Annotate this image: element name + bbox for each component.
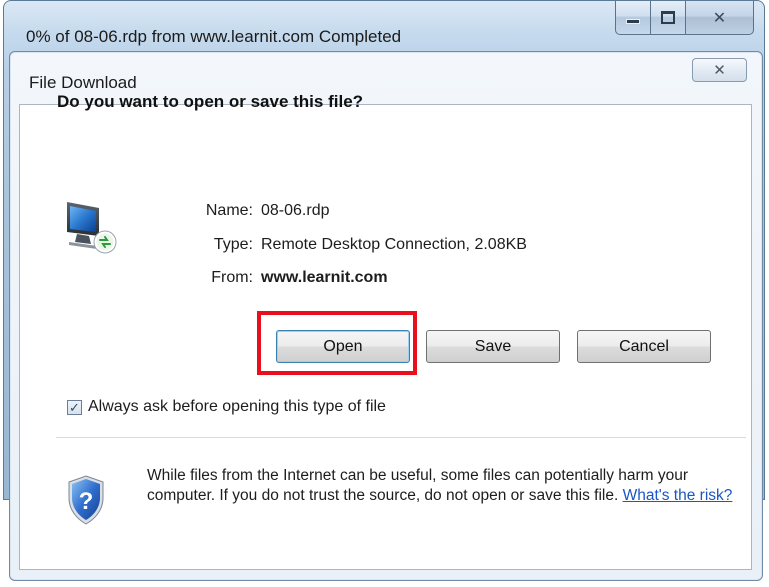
always-ask-checkbox[interactable]: ✓ xyxy=(67,399,82,415)
file-source-value: www.learnit.com xyxy=(261,269,388,286)
checkmark-icon: ✓ xyxy=(69,399,80,415)
always-ask-label: Always ask before opening this type of f… xyxy=(88,398,386,415)
window-close-button[interactable]: ✕ xyxy=(686,1,754,35)
info-name-row: Name: 08-06.rdp xyxy=(183,202,330,220)
open-button-highlight xyxy=(257,311,417,375)
window-title: 0% of 08-06.rdp from www.learnit.com Com… xyxy=(26,27,402,46)
save-button[interactable]: Save xyxy=(426,330,560,363)
dialog-title: File Download xyxy=(29,73,137,92)
info-from-row: From: www.learnit.com xyxy=(183,269,388,287)
file-name-value: 08-06.rdp xyxy=(261,202,330,219)
minimize-icon xyxy=(626,19,640,24)
type-label: Type: xyxy=(213,236,253,253)
close-icon: ✕ xyxy=(712,9,727,27)
close-icon: ✕ xyxy=(713,62,726,79)
warning-text: While files from the Internet can be use… xyxy=(147,467,689,504)
security-warning: While files from the Internet can be use… xyxy=(147,466,737,506)
maximize-icon xyxy=(661,11,675,24)
screenshot-stage: 0% of 08-06.rdp from www.learnit.com Com… xyxy=(0,0,769,587)
dialog-question: Do you want to open or save this file? xyxy=(57,92,364,111)
svg-text:?: ? xyxy=(79,488,94,515)
maximize-button[interactable] xyxy=(651,1,686,35)
from-label: From: xyxy=(211,269,253,286)
info-type-row: Type: Remote Desktop Connection, 2.08KB xyxy=(183,236,527,254)
whats-the-risk-link[interactable]: What's the risk? xyxy=(623,487,733,504)
caption-buttons: ✕ xyxy=(615,1,754,35)
minimize-button[interactable] xyxy=(615,1,651,35)
file-type-value: Remote Desktop Connection, 2.08KB xyxy=(261,236,527,253)
remote-desktop-icon xyxy=(67,202,117,254)
name-label: Name: xyxy=(205,202,253,219)
security-shield-icon: ? xyxy=(68,475,104,525)
cancel-button[interactable]: Cancel xyxy=(577,330,711,363)
dialog-close-button[interactable]: ✕ xyxy=(692,58,747,82)
always-ask-option[interactable]: ✓ Always ask before opening this type of… xyxy=(67,398,386,416)
divider xyxy=(56,437,746,438)
